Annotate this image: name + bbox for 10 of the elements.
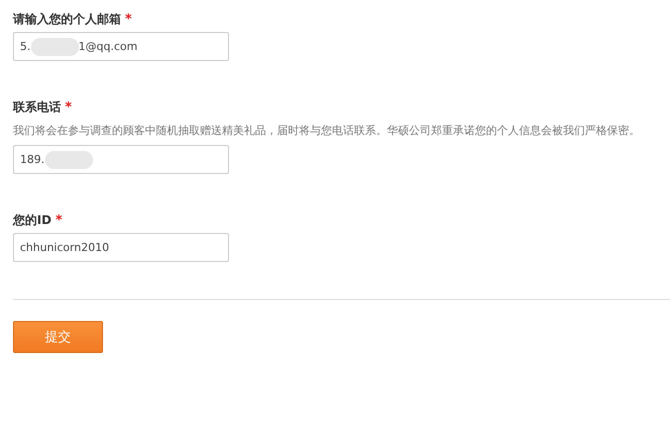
- required-asterisk: *: [55, 212, 62, 228]
- input-field[interactable]: 5. 1@qq.com: [13, 32, 229, 61]
- field-label: 您的ID: [13, 212, 52, 228]
- hint-text: 我们将会在参与调查的顾客中随机抽取赠送精美礼品，届时将与您电话联系。华硕公司郑重承诺您的个人信息会被我们严格保密。: [13, 123, 641, 139]
- required-asterisk: *: [125, 12, 132, 26]
- field-label: 请输入您的个人邮箱: [13, 10, 121, 28]
- required-asterisk: *: [65, 100, 72, 114]
- field-label: 联系电话: [13, 98, 61, 116]
- input-field[interactable]: 189.: [13, 145, 229, 174]
- input-field[interactable]: chhunicorn2010: [13, 233, 229, 262]
